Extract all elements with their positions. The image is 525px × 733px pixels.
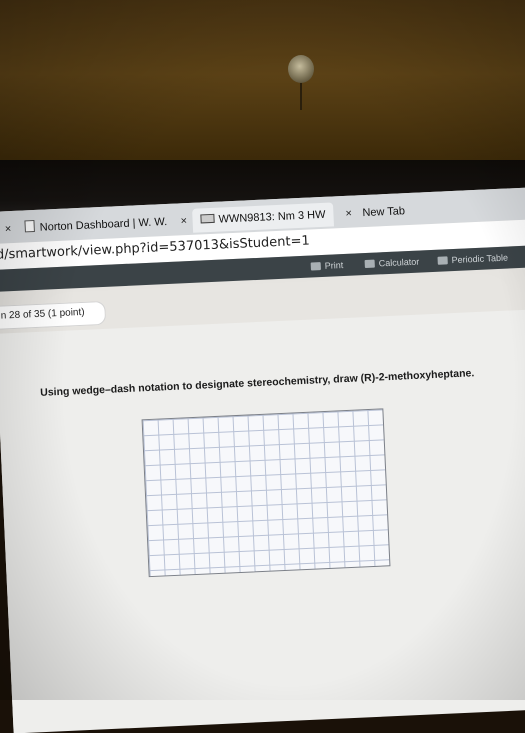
tab-wwn9813[interactable]: WWN9813: Nm 3 HW <box>192 202 334 233</box>
wwnorton-icon <box>200 213 215 224</box>
print-label: Print <box>324 260 344 271</box>
periodic-table-label: Periodic Table <box>451 252 509 266</box>
room-background <box>0 0 525 165</box>
question-panel: Using wedge–dash notation to designate s… <box>0 308 525 733</box>
browser-window: × Norton Dashboard | W. W. × WWN9813: Nm… <box>0 186 525 733</box>
print-button[interactable]: Print <box>310 257 344 274</box>
ceiling-light <box>288 55 314 83</box>
periodic-table-icon <box>437 256 448 265</box>
printer-icon <box>310 262 321 271</box>
tab-label: Norton Dashboard | W. W. <box>39 215 168 234</box>
question-number-header: n 28 of 35 (1 point) <box>0 300 107 330</box>
close-icon[interactable]: × <box>4 217 12 241</box>
close-icon[interactable]: × <box>345 202 353 226</box>
question-number: n 28 of 35 (1 point) <box>0 306 85 322</box>
tab-label: WWN9813: Nm 3 HW <box>218 208 326 226</box>
calculator-label: Calculator <box>378 256 420 269</box>
calculator-icon <box>364 259 375 269</box>
tab-label: New Tab <box>362 205 406 220</box>
calculator-button[interactable]: Calculator <box>364 254 419 272</box>
question-prompt: Using wedge–dash notation to designate s… <box>39 367 475 399</box>
periodic-table-button[interactable]: Periodic Table <box>437 250 508 269</box>
tab-norton-dashboard[interactable]: Norton Dashboard | W. W. <box>24 210 168 240</box>
tab-new-tab[interactable]: New Tab <box>362 199 406 225</box>
light-cord <box>300 80 302 110</box>
close-icon[interactable]: × <box>180 209 188 233</box>
document-icon <box>24 219 35 233</box>
drawing-canvas[interactable] <box>141 408 391 578</box>
